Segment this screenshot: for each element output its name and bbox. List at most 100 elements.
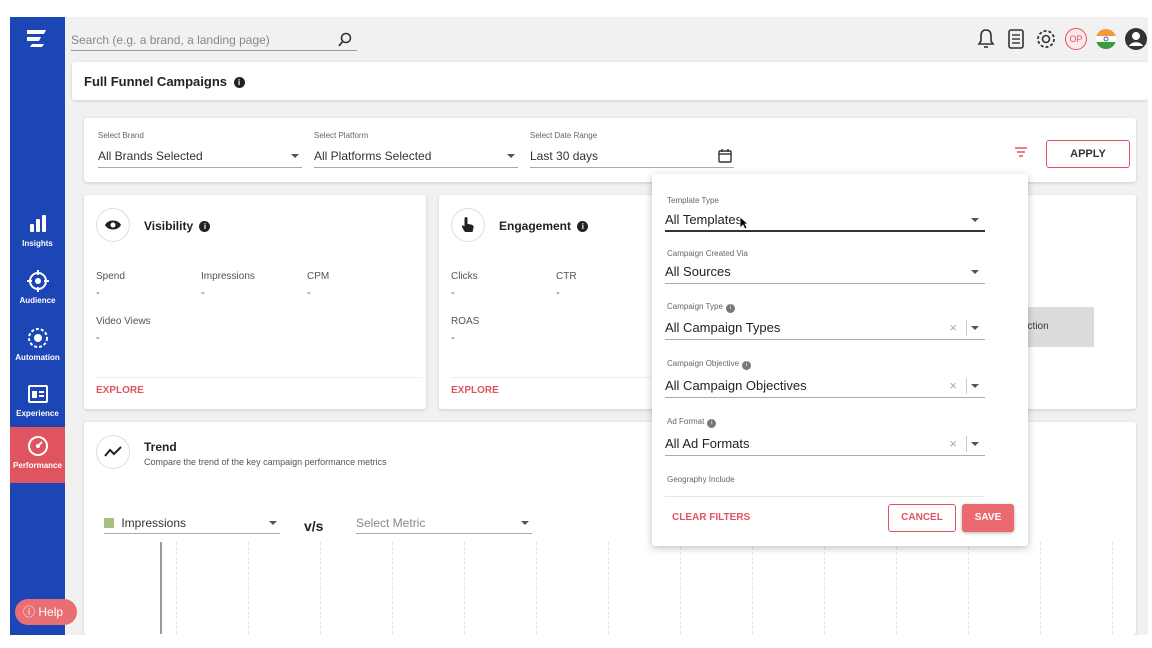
eye-icon	[96, 208, 130, 242]
save-button[interactable]: SAVE	[962, 504, 1014, 532]
clear-icon[interactable]: ×	[949, 378, 957, 394]
trend-line-icon	[96, 435, 130, 469]
user-avatar-icon[interactable]	[1124, 27, 1148, 51]
info-icon[interactable]: i	[707, 419, 717, 428]
metric-value: -	[201, 287, 205, 299]
info-icon[interactable]: i	[233, 77, 245, 88]
visibility-title-text: Visibility	[144, 219, 194, 233]
info-icon[interactable]: i	[199, 221, 211, 232]
sidebar-item-label: Audience	[19, 296, 56, 305]
app-logo[interactable]	[24, 27, 50, 49]
grid-line	[824, 542, 825, 634]
chevron-down-icon	[971, 270, 979, 274]
visibility-title: Visibility i	[144, 219, 211, 233]
target-icon	[26, 270, 49, 292]
grid-line	[680, 542, 681, 634]
campaign-objective-select[interactable]: All Campaign Objectives ×	[665, 378, 985, 398]
metric-label: CPM	[307, 271, 330, 282]
sidebar: Insights Audience Automation Experience	[10, 17, 65, 635]
campaign-type-value: All Campaign Types	[665, 320, 781, 335]
grid-line	[392, 542, 393, 634]
campaign-objective-value: All Campaign Objectives	[665, 378, 807, 393]
trend-subtitle: Compare the trend of the key campaign pe…	[144, 457, 387, 467]
metric-label: CTR	[556, 271, 577, 282]
bell-icon[interactable]	[974, 27, 998, 51]
sidebar-item-audience[interactable]: Audience	[10, 262, 65, 318]
search-input[interactable]: Search (e.g. a brand, a landing page)	[71, 31, 357, 51]
chevron-down-icon	[971, 442, 979, 446]
search-placeholder: Search (e.g. a brand, a landing page)	[71, 33, 270, 47]
sidebar-item-insights[interactable]: Insights	[10, 205, 65, 261]
divider	[96, 377, 422, 378]
metric-label: ROAS	[451, 316, 480, 327]
search-icon[interactable]	[337, 32, 353, 48]
trend-title: Trend	[144, 440, 177, 454]
grid-line	[176, 542, 177, 634]
cancel-button[interactable]: CANCEL	[888, 504, 956, 532]
date-range-field[interactable]: Last 30 days	[530, 149, 734, 168]
metric-value: -	[96, 332, 100, 344]
engagement-title-text: Engagement	[499, 219, 572, 233]
sidebar-item-label: Automation	[15, 353, 60, 362]
calendar-icon[interactable]	[718, 149, 732, 163]
filter-icon[interactable]	[1014, 146, 1028, 158]
help-label: Help	[38, 605, 64, 619]
explore-link[interactable]: EXPLORE	[96, 385, 144, 396]
grid-line	[1112, 542, 1113, 634]
apply-button[interactable]: APPLY	[1046, 140, 1130, 168]
divider	[966, 320, 967, 336]
info-icon[interactable]: i	[742, 361, 752, 370]
sidebar-item-automation[interactable]: Automation	[10, 319, 65, 375]
series-swatch	[104, 518, 114, 528]
clear-filters-button[interactable]: CLEAR FILTERS	[672, 512, 750, 523]
geography-include-label: Geography Include	[667, 475, 735, 484]
explore-link[interactable]: EXPLORE	[451, 385, 499, 396]
date-range-label: Select Date Range	[530, 131, 598, 140]
page-header-card: Full Funnel Campaigns i	[72, 62, 1148, 100]
document-icon[interactable]	[1004, 27, 1028, 51]
clear-icon[interactable]: ×	[949, 320, 957, 336]
template-type-select[interactable]: All Templates	[665, 212, 985, 232]
ad-format-select[interactable]: All Ad Formats ×	[665, 436, 985, 456]
engagement-card: Engagement i Clicks - CTR - ROAS - EXPLO…	[439, 195, 669, 409]
gear-icon	[27, 328, 48, 348]
grid-line	[536, 542, 537, 634]
sidebar-item-performance[interactable]: Performance	[10, 427, 65, 483]
campaign-type-select[interactable]: All Campaign Types ×	[665, 320, 985, 340]
settings-icon[interactable]	[1034, 27, 1058, 51]
metric-select-primary[interactable]: Impressions	[104, 516, 280, 534]
grid-line	[1040, 542, 1041, 634]
campaign-objective-label-text: Campaign Objective	[667, 359, 740, 368]
top-icon-bar: OP	[974, 25, 1148, 53]
metric-value: -	[556, 287, 560, 299]
chevron-down-icon	[971, 384, 979, 388]
chevron-down-icon	[521, 521, 529, 525]
platform-select[interactable]: All Platforms Selected	[314, 149, 518, 168]
clear-icon[interactable]: ×	[949, 436, 957, 452]
speedometer-icon	[27, 436, 48, 456]
india-flag-icon[interactable]	[1094, 27, 1118, 51]
metric-select-secondary[interactable]: Select Metric	[356, 516, 532, 534]
question-icon: ⓘ	[23, 605, 36, 619]
created-via-select[interactable]: All Sources	[665, 264, 985, 284]
profile-initials-badge[interactable]: OP	[1064, 27, 1088, 51]
geography-include-field[interactable]	[665, 496, 985, 497]
hand-pointer-icon	[451, 208, 485, 242]
divider	[966, 436, 967, 452]
help-button[interactable]: ⓘ Help	[15, 599, 77, 625]
sidebar-item-experience[interactable]: Experience	[10, 375, 65, 431]
ad-format-label: Ad Format i	[667, 417, 717, 428]
metric-value: -	[96, 287, 100, 299]
brand-value: All Brands Selected	[98, 149, 203, 163]
conversion-card	[1010, 195, 1136, 409]
partial-action-button[interactable]: ection	[1022, 307, 1094, 347]
brand-select[interactable]: All Brands Selected	[98, 149, 302, 168]
metric-label: Video Views	[96, 316, 151, 327]
platform-label: Select Platform	[314, 131, 369, 140]
grid-line	[248, 542, 249, 634]
info-icon[interactable]: i	[577, 221, 589, 232]
info-icon[interactable]: i	[725, 304, 735, 313]
brand-label: Select Brand	[98, 131, 144, 140]
chevron-down-icon	[971, 326, 979, 330]
template-type-label: Template Type	[667, 196, 719, 205]
